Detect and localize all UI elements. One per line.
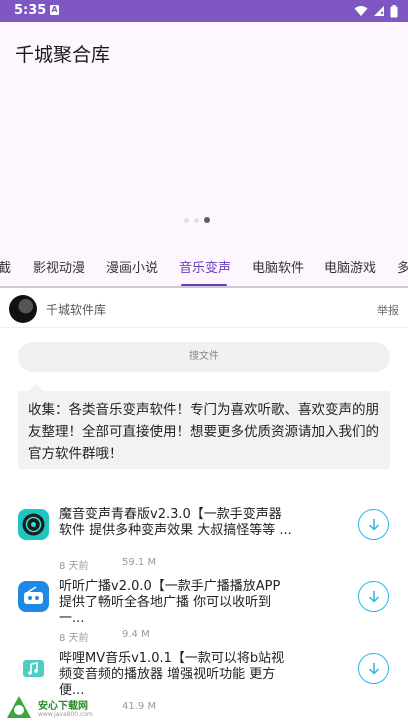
wifi-icon <box>354 6 368 16</box>
download-icon <box>368 590 379 603</box>
signal-icon <box>374 6 384 16</box>
carousel-indicator <box>184 217 210 223</box>
tab-pc-games[interactable]: 电脑游戏 <box>324 257 376 276</box>
vinyl-record-icon <box>18 509 49 540</box>
download-icon <box>368 662 379 675</box>
file-title[interactable]: 听听广播v2.0.0【一款手广播播放APP 提供了畅听全各地广播 你可以收听到一… <box>59 579 294 627</box>
header-banner: 千城聚合库 <box>0 22 408 246</box>
status-bar: 5:35 A <box>0 0 408 22</box>
radio-icon <box>18 581 49 612</box>
tab-indicator <box>181 284 227 286</box>
download-button[interactable] <box>358 581 389 612</box>
download-icon <box>368 518 379 531</box>
notification-icon: A <box>50 5 59 15</box>
avatar[interactable] <box>9 295 37 323</box>
download-button[interactable] <box>358 653 389 684</box>
app-title: 千城聚合库 <box>15 44 111 66</box>
search-input[interactable]: 搜文件 <box>18 342 390 372</box>
author-name[interactable]: 千城软件库 <box>46 301 106 318</box>
file-date: 8 天前 <box>59 633 89 644</box>
tab-partial-right[interactable]: 多 <box>397 257 408 276</box>
watermark: 安心下载网 www.java800.com <box>4 694 114 722</box>
file-size: 41.9 M <box>122 701 157 712</box>
report-button[interactable]: 举报 <box>377 302 399 318</box>
list-item[interactable]: 听听广播v2.0.0【一款手广播播放APP 提供了畅听全各地广播 你可以收听到一… <box>0 579 408 649</box>
file-date: 8 天前 <box>59 561 89 572</box>
file-title[interactable]: 魔音变声青春版v2.3.0【一款手变声器软件 提供多种变声效果 大叔搞怪等等 .… <box>59 507 294 539</box>
status-time: 5:35 <box>14 3 47 18</box>
tab-music-voice-changer[interactable]: 音乐变声 <box>179 257 231 276</box>
author-row: 千城软件库 举报 <box>0 290 408 328</box>
tab-comics-novels[interactable]: 漫画小说 <box>106 257 158 276</box>
status-icons <box>354 4 398 18</box>
battery-icon <box>390 4 398 17</box>
description-text: 收集：各类音乐变声软件！专门为喜欢听歌、喜欢变声的朋友整理！全部可直接使用！想要… <box>18 391 390 469</box>
watermark-logo-icon <box>7 696 31 718</box>
watermark-url: www.java800.com <box>38 711 93 718</box>
watermark-text: 安心下载网 <box>38 701 88 712</box>
carousel-dot[interactable] <box>184 217 189 223</box>
tab-partial-left[interactable]: 截 <box>0 257 11 276</box>
carousel-dot[interactable] <box>194 217 199 223</box>
tab-pc-software[interactable]: 电脑软件 <box>252 257 304 276</box>
carousel-dot-active[interactable] <box>204 217 210 223</box>
file-title[interactable]: 哔哩MV音乐v1.0.1【一款可以将b站视频变音频的播放器 增强视听功能 更方便… <box>59 651 294 699</box>
file-size: 9.4 M <box>122 629 150 640</box>
tab-film-anime[interactable]: 影视动漫 <box>33 257 85 276</box>
category-tabs: 截 影视动漫 漫画小说 音乐变声 电脑软件 电脑游戏 多 <box>0 246 408 288</box>
list-item[interactable]: 魔音变声青春版v2.3.0【一款手变声器软件 提供多种变声效果 大叔搞怪等等 .… <box>0 507 408 577</box>
download-button[interactable] <box>358 509 389 540</box>
music-video-icon <box>18 653 49 684</box>
file-size: 59.1 M <box>122 557 157 568</box>
